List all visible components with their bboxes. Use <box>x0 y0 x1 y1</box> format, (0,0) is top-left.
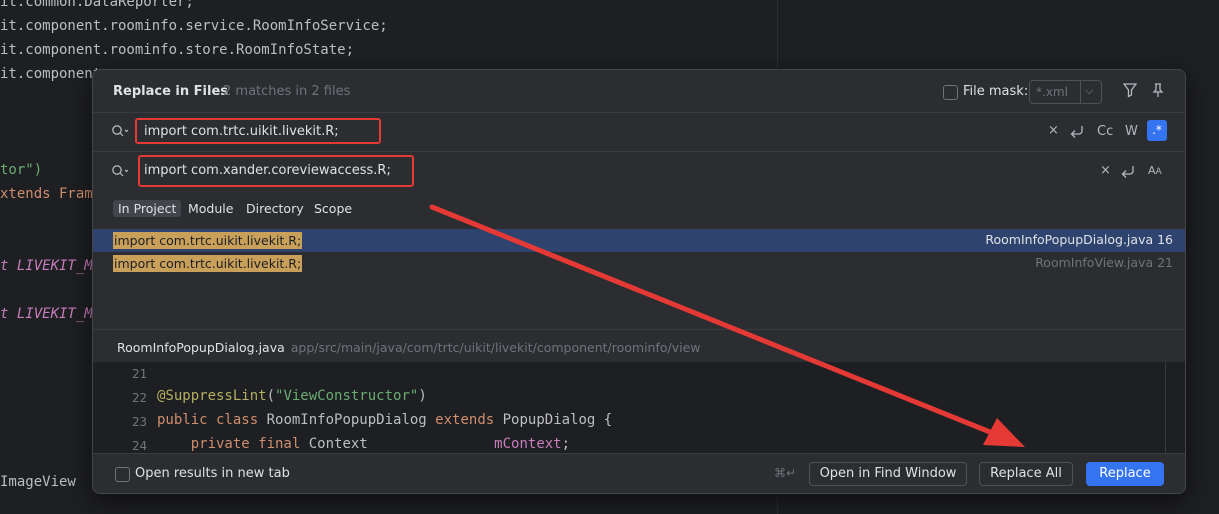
file-mask-checkbox[interactable] <box>943 85 958 100</box>
code-field: mContext <box>494 436 562 452</box>
code-line: it.component.roominfo.store.RoomInfoStat… <box>0 42 355 58</box>
line-number: 24 <box>131 438 147 453</box>
replace-input[interactable]: import com.xander.coreviewaccess.R; <box>144 163 391 178</box>
code-line: t LIVEKIT_MA <box>0 306 101 322</box>
line-number: 22 <box>131 390 147 405</box>
regex-toggle[interactable]: .* <box>1147 120 1167 141</box>
code-identifier: PopupDialog { <box>494 412 613 428</box>
tab-directory[interactable]: Directory <box>241 200 309 217</box>
code-preview[interactable]: 21 22 @SuppressLint("ViewConstructor") 2… <box>93 362 1185 453</box>
code-line-text: t LIVEKIT_MA <box>0 258 102 274</box>
pin-icon[interactable] <box>1151 82 1165 102</box>
code-identifier: RoomInfoPopupDialog <box>258 412 436 428</box>
open-new-tab-label: Open results in new tab <box>135 466 290 481</box>
preview-file-path: app/src/main/java/com/trtc/uikit/livekit… <box>290 340 701 355</box>
match-count: 2 matches in 2 files <box>223 84 351 99</box>
open-in-find-window-button[interactable]: Open in Find Window <box>809 462 967 486</box>
match-case-toggle[interactable]: Cc <box>1097 124 1113 139</box>
code-line: @SuppressLint("ViewConstructor") <box>157 388 427 404</box>
tab-scope[interactable]: Scope <box>309 200 357 217</box>
preserve-case-icon[interactable]: AA <box>1148 164 1162 177</box>
replace-icon <box>111 163 129 182</box>
tab-module[interactable]: Module <box>183 200 238 217</box>
result-row[interactable]: import com.trtc.uikit.livekit.R; RoomInf… <box>93 252 1185 275</box>
result-file: RoomInfoPopupDialog.java 16 <box>985 232 1173 247</box>
code-line: it.component.roominfo.service.RoomInfoSe… <box>0 18 388 34</box>
result-row[interactable]: import com.trtc.uikit.livekit.R; RoomInf… <box>93 229 1185 252</box>
result-file: RoomInfoView.java 21 <box>1035 255 1173 270</box>
tab-in-project[interactable]: In Project <box>113 200 182 217</box>
replace-in-files-dialog: Replace in Files 2 matches in 2 files Fi… <box>92 69 1186 494</box>
dialog-footer: Open results in new tab ⌘↵ Open in Find … <box>93 453 1185 493</box>
file-mask-input[interactable]: *.xml ⌵ <box>1029 80 1102 104</box>
chevron-down-icon[interactable]: ⌵ <box>1085 84 1093 98</box>
divider <box>1080 81 1081 103</box>
code-line: ImageView <box>0 474 76 490</box>
new-line-icon[interactable] <box>1069 124 1085 143</box>
replace-all-button[interactable]: Replace All <box>979 462 1073 486</box>
divider <box>93 112 1185 113</box>
code-line-text: xtends Frame <box>0 186 102 202</box>
code-line: it.common.DataReporter; <box>0 0 194 10</box>
code-keyword: public class <box>157 412 259 428</box>
divider <box>93 329 1185 330</box>
search-input[interactable]: import com.trtc.uikit.livekit.R; <box>144 124 339 139</box>
code-line: public class RoomInfoPopupDialog extends… <box>157 412 612 428</box>
clear-icon[interactable]: × <box>1048 123 1059 138</box>
filter-icon[interactable] <box>1122 82 1138 102</box>
code-line-text: t LIVEKIT_MA <box>0 306 102 322</box>
divider <box>93 151 1185 152</box>
code-line: t LIVEKIT_MA <box>0 258 101 274</box>
file-mask-label: File mask: <box>963 84 1029 99</box>
match-text: import com.trtc.uikit.livekit.R; <box>113 255 303 272</box>
code-annotation: @SuppressLint <box>157 388 267 404</box>
file-mask-placeholder: *.xml <box>1036 85 1068 99</box>
code-line: it.component <box>0 66 102 82</box>
code-keyword: extends <box>435 412 495 428</box>
code-paren: ) <box>418 388 427 404</box>
line-number: 23 <box>131 414 147 429</box>
code-paren: ( <box>266 388 276 404</box>
preview-file-name: RoomInfoPopupDialog.java <box>117 340 285 355</box>
line-number: 21 <box>131 366 147 381</box>
replace-button[interactable]: Replace <box>1086 462 1164 486</box>
shortcut-hint: ⌘↵ <box>774 466 797 480</box>
code-punct: ; <box>561 436 571 452</box>
new-line-icon[interactable] <box>1120 164 1136 183</box>
code-type: Context <box>300 436 495 452</box>
match-text: import com.trtc.uikit.livekit.R; <box>113 232 303 249</box>
search-icon[interactable] <box>111 123 129 142</box>
code-keyword: private final <box>157 436 301 452</box>
preview-path: RoomInfoPopupDialog.java app/src/main/jav… <box>117 340 701 355</box>
code-line: xtends Frame <box>0 186 101 202</box>
open-new-tab-checkbox[interactable] <box>115 467 130 482</box>
divider <box>1165 362 1166 453</box>
dialog-title: Replace in Files <box>113 84 228 99</box>
code-line: private final Context mContext; <box>157 436 570 452</box>
clear-icon[interactable]: × <box>1100 163 1111 178</box>
code-string: "ViewConstructor" <box>275 388 419 404</box>
words-toggle[interactable]: W <box>1125 124 1138 139</box>
code-line: tor") <box>0 162 43 178</box>
